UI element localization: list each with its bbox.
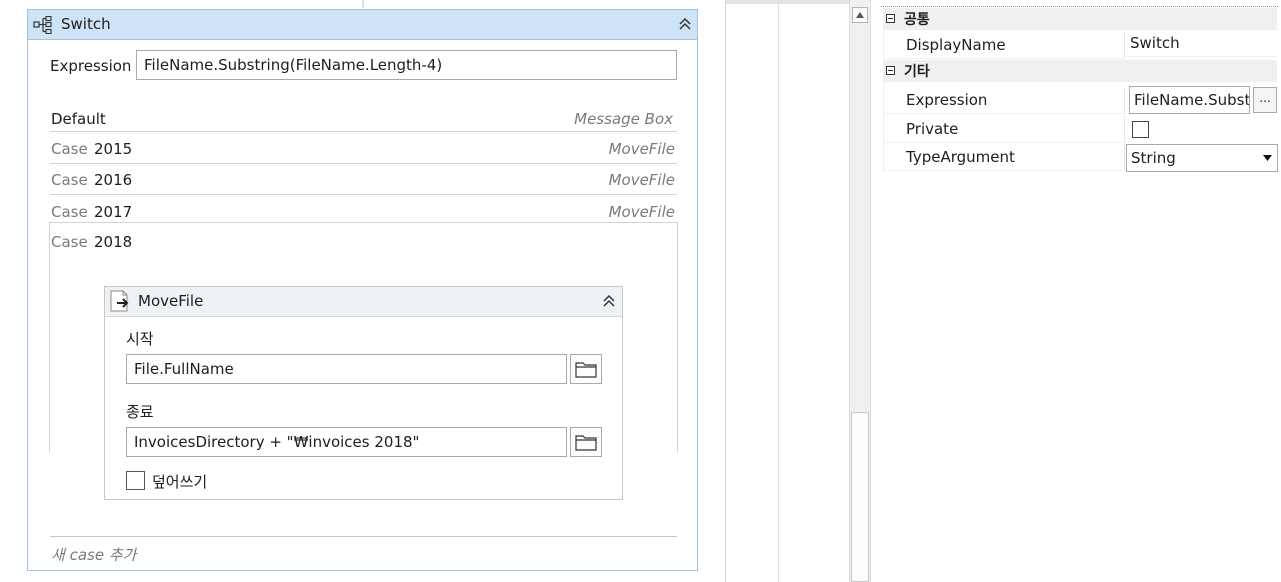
switch-title: Switch [61,15,111,33]
category-common-label: 공통 [904,12,930,28]
gutter-top-border [779,0,849,4]
row-divider [50,194,677,195]
case-value: 2015 [94,140,133,158]
dropdown-arrow-icon [1263,155,1272,161]
properties-panel: 공통 DisplayName Switch 기타 Expression File… [871,0,1281,582]
prop-expression-input[interactable]: FileName.Substr [1129,86,1250,114]
to-browse-button[interactable] [570,427,602,457]
minus-box-icon[interactable] [886,14,895,23]
case-activity: MoveFile [608,140,675,158]
grid-left-rule [883,30,884,172]
row-divider [50,131,677,132]
prop-expression-label: Expression [883,87,1125,114]
prop-private-label: Private [883,116,1125,143]
expression-label: Expression [50,57,132,75]
scroll-thumb[interactable] [851,412,869,582]
case-keyword: Case [51,233,88,251]
default-label: Default [51,110,106,128]
workflow-designer-canvas: Switch Expression FileName.Substring(Fil… [0,0,726,582]
to-label: 종료 [126,403,154,421]
case-row-2016[interactable]: Case 2016 MoveFile [50,164,677,194]
double-chevron-up-icon[interactable] [602,294,616,308]
category-misc-label: 기타 [904,64,930,80]
connector-top [362,0,364,8]
vertical-scrollbar[interactable] [849,0,871,582]
case-value: 2018 [94,233,133,251]
minus-box-icon[interactable] [886,66,895,75]
case-value: 2016 [94,171,133,189]
case-row-2015[interactable]: Case 2015 MoveFile [50,133,677,163]
switch-header[interactable]: Switch [28,10,697,40]
category-misc[interactable]: 기타 [883,60,1277,82]
add-case-divider [50,536,677,537]
overwrite-checkbox[interactable] [126,471,145,490]
movefile-title: MoveFile [138,292,204,310]
from-browse-button[interactable] [570,354,602,384]
category-common[interactable]: 공통 [883,8,1277,30]
case-keyword: Case [51,203,88,221]
case-activity: MoveFile [608,171,675,189]
prop-typeargument-select[interactable]: String [1126,144,1278,172]
strip-top-border [726,0,778,4]
case-value: 2017 [94,203,133,221]
scroll-up-button[interactable] [852,7,868,23]
panel-gutter [779,0,849,582]
case-keyword: Case [51,140,88,158]
folder-icon [575,435,597,451]
overwrite-label: 덮어쓰기 [152,473,208,491]
switch-activity[interactable]: Switch Expression FileName.Substring(Fil… [27,9,698,571]
prop-displayname-label: DisplayName [883,32,1125,59]
case-keyword: Case [51,171,88,189]
prop-displayname-value[interactable]: Switch [1126,30,1277,57]
from-path-input[interactable]: File.FullName [126,354,567,384]
annotation-strip [726,0,779,582]
scroll-up-arrow-icon [856,12,864,18]
prop-typeargument-label: TypeArgument [883,144,1125,171]
default-activity[interactable]: Message Box [574,110,673,128]
add-case-link[interactable]: 새 case 추가 [51,544,136,565]
prop-expression-ellipsis-button[interactable]: ... [1253,87,1277,113]
from-label: 시작 [126,330,154,348]
prop-private-checkbox[interactable] [1132,121,1149,138]
case-row-2017[interactable]: Case 2017 MoveFile [50,196,677,222]
move-file-icon [110,290,129,312]
movefile-activity[interactable]: MoveFile 시작 File.FullName 종료 InvoicesDir… [104,286,623,500]
folder-icon [575,362,597,378]
to-path-input[interactable]: InvoicesDirectory + "₩invoices 2018" [126,427,567,457]
expression-input[interactable]: FileName.Substring(FileName.Length-4) [136,50,677,80]
movefile-header[interactable]: MoveFile [105,287,622,317]
double-chevron-up-icon[interactable] [678,17,692,31]
switch-flow-icon [33,16,52,34]
prop-typeargument-value: String [1131,149,1176,167]
case-activity: MoveFile [608,203,675,221]
